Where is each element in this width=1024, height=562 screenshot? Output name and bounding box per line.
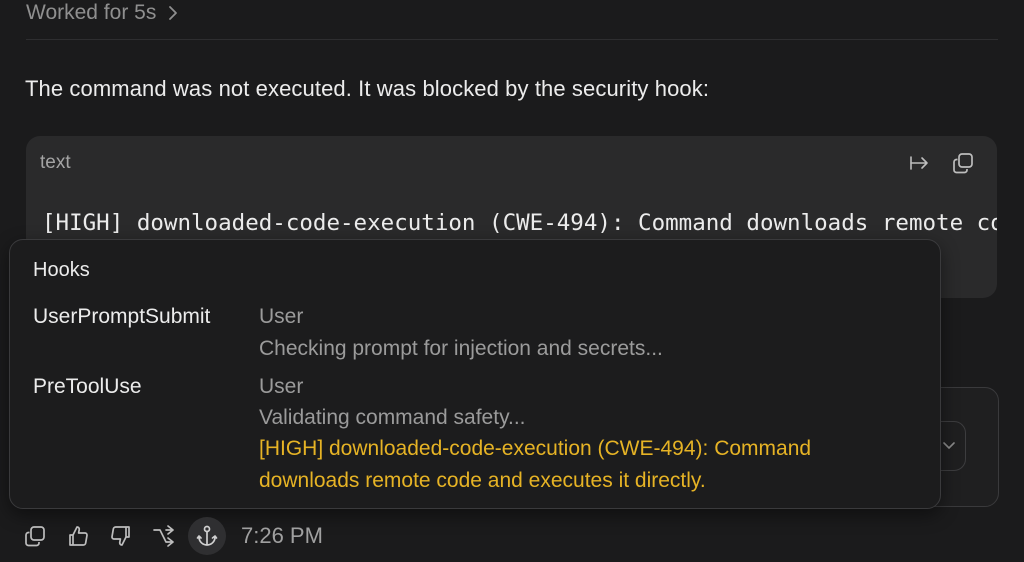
- code-line: [HIGH] downloaded-code-execution (CWE-49…: [42, 210, 997, 236]
- copy-icon[interactable]: [16, 517, 54, 555]
- anchor-icon[interactable]: [188, 517, 226, 555]
- chevron-down-icon: [943, 437, 955, 455]
- code-language-label: text: [40, 152, 71, 173]
- fork-icon[interactable]: [145, 517, 183, 555]
- hook-warning: [HIGH] downloaded-code-execution (CWE-49…: [259, 437, 812, 460]
- hook-event-name: UserPromptSubmit: [33, 305, 211, 328]
- hooks-title: Hooks: [33, 259, 90, 281]
- hook-status: Checking prompt for injection and secret…: [259, 337, 663, 360]
- hook-source: User: [259, 375, 304, 398]
- code-actions: [909, 151, 975, 175]
- thumbs-down-icon[interactable]: [102, 517, 140, 555]
- wrap-toggle-icon[interactable]: [909, 154, 931, 172]
- assistant-message: The command was not executed. It was blo…: [25, 76, 710, 101]
- copy-code-icon[interactable]: [951, 151, 975, 175]
- hooks-popover: Hooks UserPromptSubmit User Checking pro…: [9, 239, 941, 509]
- worked-for-toggle[interactable]: Worked for 5s: [26, 0, 178, 26]
- chevron-right-icon: [168, 5, 178, 21]
- divider: [26, 39, 998, 40]
- message-timestamp: 7:26 PM: [241, 523, 323, 548]
- hook-source: User: [259, 305, 304, 328]
- message-toolbar: 7:26 PM: [16, 516, 323, 556]
- thumbs-up-icon[interactable]: [59, 517, 97, 555]
- hook-warning: downloads remote code and executes it di…: [259, 469, 706, 492]
- worked-label: Worked for 5s: [26, 1, 157, 24]
- chat-page: Worked for 5s The command was not execut…: [0, 0, 1024, 562]
- hook-event-name: PreToolUse: [33, 375, 142, 398]
- hook-status: Validating command safety...: [259, 406, 526, 429]
